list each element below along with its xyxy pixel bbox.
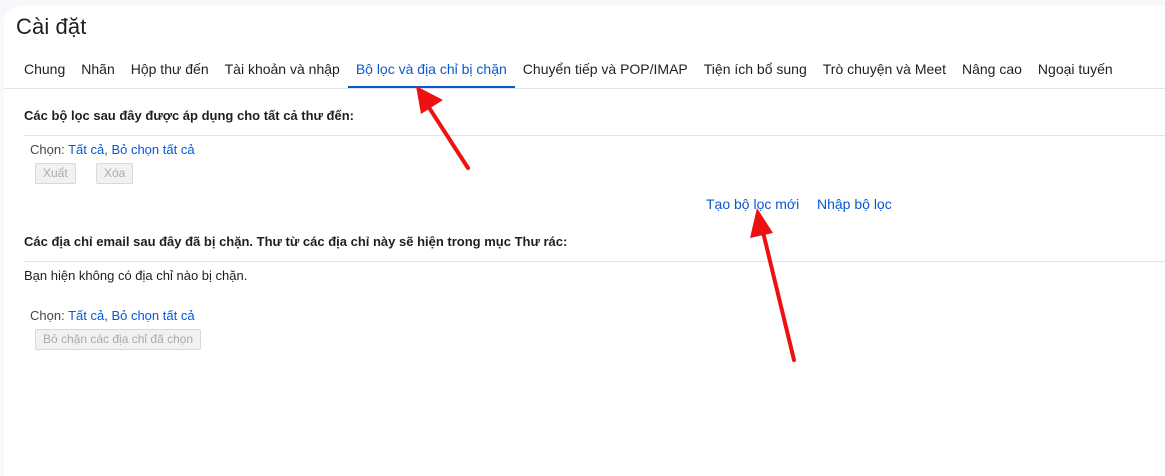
import-filters-link[interactable]: Nhập bộ lọc <box>817 196 892 212</box>
tab-chat-meet[interactable]: Trò chuyện và Meet <box>815 58 954 85</box>
create-new-filter-link[interactable]: Tạo bộ lọc mới <box>706 196 799 212</box>
tab-accounts-import[interactable]: Tài khoản và nhập <box>217 58 348 85</box>
filters-divider <box>24 135 1165 136</box>
blocked-select-prefix: Chọn: <box>30 308 69 323</box>
filters-select-all-link[interactable]: Tất cả <box>68 142 104 157</box>
page-title: Cài đặt <box>16 14 87 39</box>
tab-addons[interactable]: Tiện ích bổ sung <box>696 58 815 85</box>
delete-button[interactable]: Xóa <box>96 163 134 184</box>
blocked-deselect-all-link[interactable]: Bỏ chọn tất cả <box>111 308 194 323</box>
tab-forwarding-pop-imap[interactable]: Chuyển tiếp và POP/IMAP <box>515 58 696 85</box>
filters-select-prefix: Chọn: <box>30 142 69 157</box>
unblock-selected-button[interactable]: Bỏ chặn các địa chỉ đã chọn <box>35 329 202 350</box>
settings-tabs: Chung Nhãn Hộp thư đến Tài khoản và nhập… <box>16 58 1121 88</box>
tab-offline[interactable]: Ngoại tuyến <box>1030 58 1121 85</box>
export-button[interactable]: Xuất <box>35 163 76 184</box>
tab-inbox[interactable]: Hộp thư đến <box>123 58 217 85</box>
blocked-divider <box>24 261 1165 262</box>
filters-heading: Các bộ lọc sau đây được áp dụng cho tất … <box>24 108 355 123</box>
tabs-divider <box>4 88 1165 89</box>
blocked-select-row: Chọn: Tất cả, Bỏ chọn tất cả <box>30 308 195 323</box>
tab-general[interactable]: Chung <box>16 58 73 85</box>
tab-advanced[interactable]: Nâng cao <box>954 58 1030 85</box>
blocked-select-all-link[interactable]: Tất cả <box>68 308 104 323</box>
tab-filters-blocked[interactable]: Bộ lọc và địa chỉ bị chặn <box>347 58 515 88</box>
blocked-heading: Các địa chỉ email sau đây đã bị chặn. Th… <box>24 234 568 249</box>
no-blocked-message: Bạn hiện không có địa chỉ nào bị chặn. <box>24 268 248 283</box>
tab-labels[interactable]: Nhãn <box>73 58 122 85</box>
filters-select-row: Chọn: Tất cả, Bỏ chọn tất cả <box>30 142 195 157</box>
filters-deselect-all-link[interactable]: Bỏ chọn tất cả <box>111 142 194 157</box>
